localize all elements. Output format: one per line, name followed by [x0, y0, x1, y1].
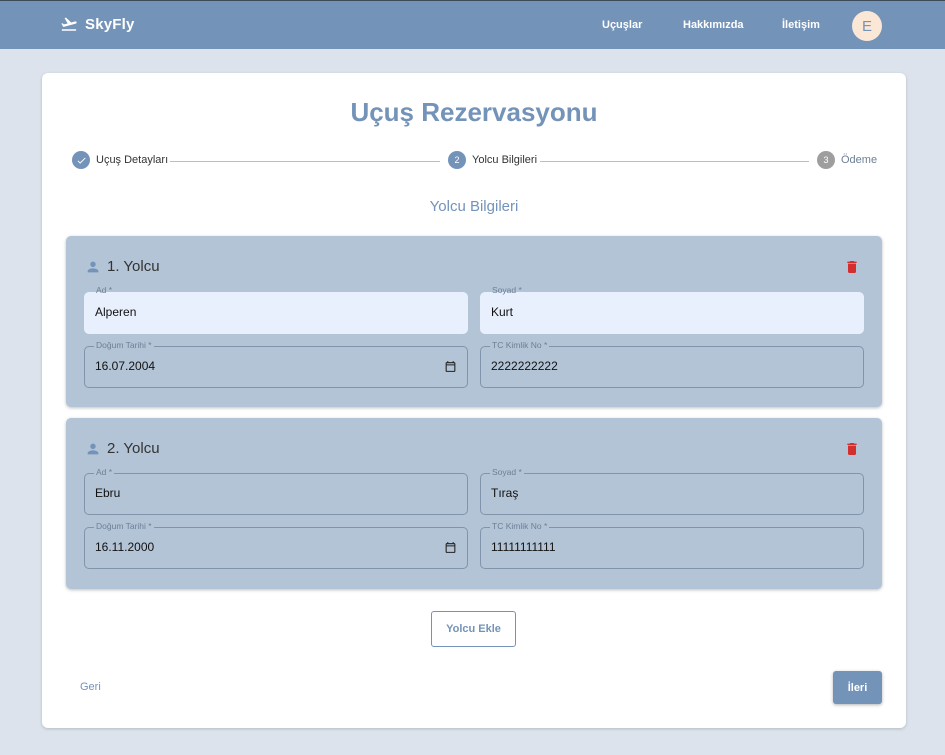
- field-value: 2222222222: [491, 359, 558, 373]
- calendar-icon[interactable]: [444, 360, 457, 373]
- section-title: Yolcu Bilgileri: [429, 198, 519, 215]
- step-number: 3: [817, 151, 835, 169]
- step-flight-details: Uçuş Detayları: [72, 151, 168, 169]
- field-value: Ebru: [95, 486, 121, 500]
- back-button[interactable]: Geri: [80, 681, 101, 693]
- passenger-card: 2. Yolcu Ad * Ebru Soyad * Tıraş Doğum T…: [66, 418, 882, 589]
- tc-number-field[interactable]: TC Kimlik No * 2222222222: [480, 340, 864, 388]
- nav-about[interactable]: Hakkımızda: [683, 19, 744, 31]
- brand[interactable]: SkyFly: [60, 15, 135, 33]
- step-connector: [170, 161, 440, 162]
- delete-icon[interactable]: [844, 258, 860, 276]
- field-label: Ad *: [94, 467, 115, 477]
- step-label: Yolcu Bilgileri: [472, 154, 538, 166]
- field-label: Soyad *: [490, 467, 524, 477]
- step-label: Uçuş Detayları: [96, 154, 169, 166]
- first-name-field[interactable]: Ad * Alperen: [84, 285, 468, 334]
- field-value: 16.11.2000: [95, 540, 155, 554]
- field-value: Kurt: [491, 305, 514, 319]
- brand-name: SkyFly: [85, 15, 135, 33]
- field-value: Alperen: [95, 305, 137, 319]
- first-name-field[interactable]: Ad * Ebru: [84, 467, 468, 515]
- passenger-card: 1. Yolcu Ad * Alperen Soyad * Kurt Doğum…: [66, 236, 882, 407]
- field-label: Soyad *: [492, 285, 522, 295]
- passenger-title: 2. Yolcu: [107, 440, 160, 457]
- step-connector: [540, 161, 809, 162]
- step-label: Ödeme: [841, 154, 878, 166]
- step-number: 2: [448, 151, 466, 169]
- reservation-card: Uçuş Rezervasyonu Uçuş Detayları 2 Yolcu…: [42, 73, 906, 728]
- page-title: Uçuş Rezervasyonu: [350, 97, 598, 127]
- nav-flights[interactable]: Uçuşlar: [602, 19, 642, 31]
- add-passenger-button[interactable]: Yolcu Ekle: [431, 611, 516, 647]
- field-value: Tıraş: [491, 486, 519, 500]
- calendar-icon[interactable]: [444, 541, 457, 554]
- next-button[interactable]: İleri: [833, 671, 882, 704]
- check-icon: [72, 151, 90, 169]
- birth-date-field[interactable]: Doğum Tarihi * 16.11.2000: [84, 521, 468, 569]
- field-label: Doğum Tarihi *: [94, 521, 154, 531]
- last-name-field[interactable]: Soyad * Tıraş: [480, 467, 864, 515]
- field-value: 16.07.2004: [95, 359, 156, 373]
- field-label: TC Kimlik No *: [490, 340, 550, 350]
- person-icon: [87, 261, 99, 272]
- field-label: Ad *: [96, 285, 113, 295]
- field-value: 11111111111: [491, 540, 556, 554]
- app-header: SkyFly Uçuşlar Hakkımızda İletişim E: [0, 0, 945, 49]
- last-name-field[interactable]: Soyad * Kurt: [480, 285, 864, 334]
- person-icon: [87, 443, 99, 454]
- delete-icon[interactable]: [844, 440, 860, 458]
- birth-date-field[interactable]: Doğum Tarihi * 16.07.2004: [84, 340, 468, 388]
- avatar[interactable]: E: [852, 11, 882, 41]
- nav-contact[interactable]: İletişim: [782, 19, 820, 31]
- tc-number-field[interactable]: TC Kimlik No * 11111111111: [480, 521, 864, 569]
- step-payment: 3 Ödeme: [817, 151, 877, 169]
- step-passenger-info: 2 Yolcu Bilgileri: [448, 151, 537, 169]
- field-label: Doğum Tarihi *: [94, 340, 154, 350]
- passenger-title: 1. Yolcu: [107, 258, 160, 275]
- airplane-takeoff-icon: [61, 17, 77, 31]
- field-label: TC Kimlik No *: [490, 521, 550, 531]
